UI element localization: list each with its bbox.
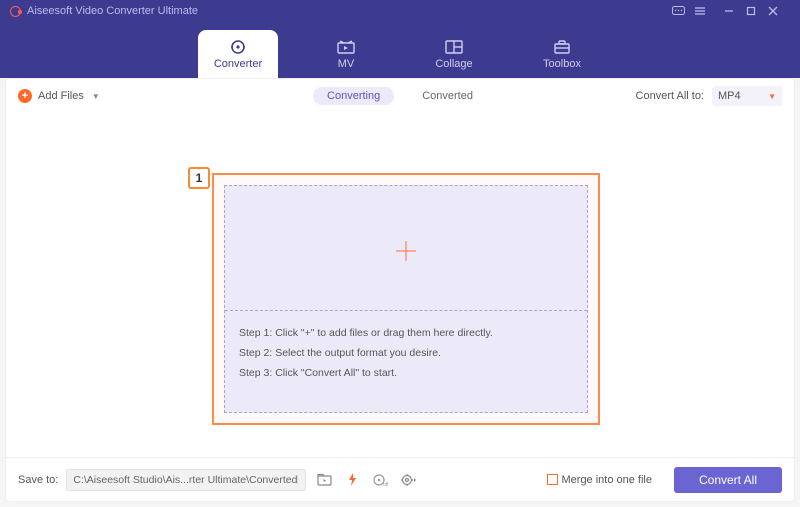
convert-all-button[interactable]: Convert All — [674, 467, 782, 493]
format-value: MP4 — [718, 90, 741, 102]
toolbar: + Add Files ▼ Converting Converted Conve… — [6, 79, 794, 113]
high-speed-button[interactable]: off — [370, 470, 390, 490]
tab-label: Collage — [435, 58, 472, 70]
segment-converting[interactable]: Converting — [313, 87, 394, 105]
toolbox-icon — [552, 38, 572, 56]
footer: Save to: C:\Aiseesoft Studio\Ais...rter … — [6, 457, 794, 501]
content-panel: + Add Files ▼ Converting Converted Conve… — [5, 78, 795, 502]
gpu-accel-button[interactable] — [342, 470, 362, 490]
app-title: Aiseesoft Video Converter Ultimate — [27, 5, 198, 17]
titlebar: Aiseesoft Video Converter Ultimate — [0, 0, 800, 22]
svg-text:off: off — [383, 482, 388, 487]
chevron-down-icon: ▼ — [768, 92, 776, 101]
divider — [225, 310, 587, 311]
save-path-select[interactable]: C:\Aiseesoft Studio\Ais...rter Ultimate\… — [66, 469, 306, 491]
tab-label: MV — [338, 58, 355, 70]
segment-converted[interactable]: Converted — [408, 87, 487, 105]
status-segment: Converting Converted — [313, 87, 487, 105]
main-nav: Converter MV Collage Toolbox — [0, 22, 800, 78]
settings-button[interactable] — [398, 470, 418, 490]
add-files-label: Add Files — [38, 90, 84, 102]
tab-converter[interactable]: Converter — [198, 30, 278, 78]
converter-icon — [228, 38, 248, 56]
step-3: Step 3: Click "Convert All" to start. — [239, 364, 493, 384]
close-button[interactable] — [768, 6, 790, 16]
chevron-down-icon: ▼ — [297, 475, 306, 484]
add-plus-icon — [225, 238, 587, 264]
save-to-label: Save to: — [18, 474, 58, 486]
collage-icon — [444, 38, 464, 56]
merge-label: Merge into one file — [562, 474, 653, 486]
chevron-down-icon: ▼ — [92, 92, 100, 101]
menu-icon[interactable] — [694, 6, 716, 16]
tab-mv[interactable]: MV — [306, 30, 386, 78]
drop-area[interactable]: Step 1: Click "+" to add files or drag t… — [224, 185, 588, 413]
open-folder-button[interactable] — [314, 470, 334, 490]
app-logo-icon — [10, 6, 21, 17]
tab-label: Converter — [214, 58, 262, 70]
mv-icon — [336, 38, 356, 56]
convert-all-to-label: Convert All to: — [636, 90, 704, 102]
canvas: 1 Step 1: Click "+" to add files or drag… — [6, 113, 794, 457]
plus-icon: + — [18, 89, 32, 103]
minimize-button[interactable] — [724, 6, 746, 16]
callout-badge: 1 — [188, 167, 210, 189]
add-files-button[interactable]: + Add Files ▼ — [18, 89, 100, 103]
instructions: Step 1: Click "+" to add files or drag t… — [239, 324, 493, 384]
merge-checkbox[interactable]: Merge into one file — [547, 474, 653, 486]
step-1: Step 1: Click "+" to add files or drag t… — [239, 324, 493, 344]
tab-collage[interactable]: Collage — [414, 30, 494, 78]
feedback-icon[interactable] — [672, 6, 694, 17]
output-format-select[interactable]: MP4 ▼ — [712, 86, 782, 106]
checkbox-icon — [547, 474, 558, 485]
save-path-value: C:\Aiseesoft Studio\Ais...rter Ultimate\… — [73, 474, 297, 486]
step-2: Step 2: Select the output format you des… — [239, 344, 493, 364]
tab-toolbox[interactable]: Toolbox — [522, 30, 602, 78]
maximize-button[interactable] — [746, 6, 768, 16]
tab-label: Toolbox — [543, 58, 581, 70]
